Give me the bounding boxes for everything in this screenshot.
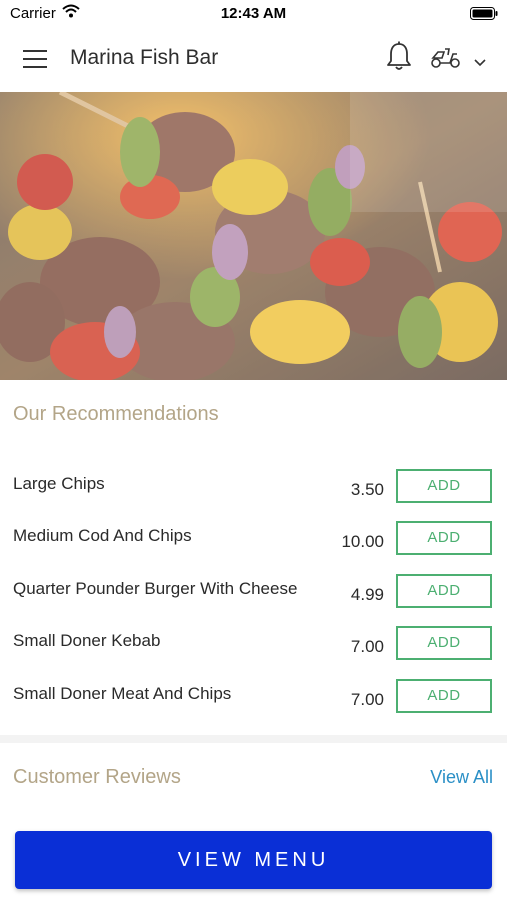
battery-icon <box>470 7 498 24</box>
recommendations-title: Our Recommendations <box>13 403 219 425</box>
item-name: Large Chips <box>13 474 105 493</box>
app-header: Marina Fish Bar <box>0 26 507 92</box>
item-name: Medium Cod And Chips <box>13 526 192 545</box>
add-button[interactable]: ADD <box>396 574 492 608</box>
item-name: Small Doner Kebab <box>13 631 161 650</box>
item-name: Quarter Pounder Burger With Cheese <box>13 579 298 598</box>
item-name: Small Doner Meat And Chips <box>13 684 232 703</box>
bell-icon[interactable] <box>385 41 413 78</box>
recommendation-row: Quarter Pounder Burger With Cheese 4.99 … <box>0 574 507 626</box>
chevron-down-icon[interactable] <box>474 54 486 72</box>
add-button[interactable]: ADD <box>396 521 492 555</box>
status-time: 12:43 AM <box>220 5 287 22</box>
item-price: 7.00 <box>350 637 384 656</box>
section-divider <box>0 735 507 743</box>
add-button[interactable]: ADD <box>396 679 492 713</box>
scooter-icon[interactable] <box>430 46 462 75</box>
hero-image <box>0 92 507 380</box>
item-price: 10.00 <box>341 532 384 551</box>
status-bar: Carrier 12:43 AM <box>0 0 507 26</box>
item-price: 3.50 <box>350 480 384 499</box>
recommendation-row: Large Chips 3.50 ADD <box>0 469 507 521</box>
hamburger-icon[interactable] <box>22 48 48 70</box>
add-button[interactable]: ADD <box>396 626 492 660</box>
recommendation-row: Small Doner Meat And Chips 7.00 ADD <box>0 679 507 731</box>
add-button[interactable]: ADD <box>396 469 492 503</box>
view-menu-button[interactable]: VIEW MENU <box>15 831 492 889</box>
restaurant-title: Marina Fish Bar <box>70 46 219 69</box>
item-price: 7.00 <box>350 690 384 709</box>
recommendation-row: Small Doner Kebab 7.00 ADD <box>0 626 507 678</box>
reviews-title: Customer Reviews <box>13 766 181 788</box>
view-all-link[interactable]: View All <box>430 767 493 788</box>
recommendation-row: Medium Cod And Chips 10.00 ADD <box>0 521 507 573</box>
item-price: 4.99 <box>350 585 384 604</box>
